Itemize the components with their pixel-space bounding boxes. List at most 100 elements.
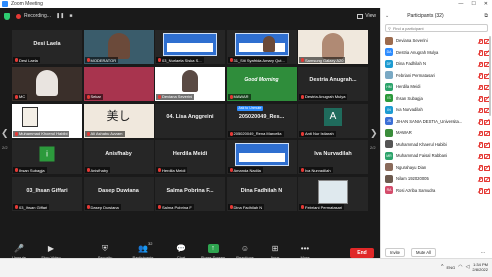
next-page-arrow-icon[interactable]: ❯ [370, 128, 378, 139]
shared-slide-video [163, 33, 217, 56]
microphone-off-icon[interactable] [477, 165, 483, 171]
previous-page-arrow-icon[interactable]: ❮ [1, 128, 9, 139]
video-tile[interactable]: Iva Nurvadilah Iva Nurvadilah [298, 140, 368, 175]
microphone-off-icon[interactable] [477, 61, 483, 68]
stop-recording-icon[interactable]: ■ [69, 13, 72, 19]
video-tile[interactable]: Herdila Meidi Herdila Meidi [155, 140, 225, 175]
participant-status-icons [477, 153, 490, 160]
participant-row[interactable]: DF Dina Fadhilah N [381, 58, 492, 70]
microphone-off-icon[interactable] [477, 153, 483, 160]
participant-row[interactable]: MAWAR [381, 127, 492, 139]
participant-row[interactable]: DA Destria Anugrah Mulya [381, 47, 492, 59]
minimize-button[interactable]: — [458, 1, 463, 7]
video-tile[interactable]: 美し Ali Ashabu Azzam [83, 103, 154, 138]
tile-name-label: 03_Ihsan Giffari [13, 204, 50, 211]
video-tile[interactable]: Desi Laela Desi Laela [12, 30, 82, 64]
video-tile[interactable]: Good Morning MAWAR [226, 66, 297, 101]
chevron-up-icon[interactable]: ^ [441, 264, 443, 270]
grid-view-icon [357, 13, 364, 19]
tile-name-label: 31_Siti Syafrida Amary Qut... [227, 57, 287, 63]
ask-to-unmute-button[interactable]: Ask to Unmute [236, 105, 264, 111]
microphone-off-icon[interactable] [477, 84, 483, 91]
participant-row[interactable]: JS JIHAN SANIA DESTIA_Universita... [381, 116, 492, 128]
wifi-icon[interactable]: ◠ [458, 264, 462, 270]
panel-popout-icon[interactable]: ⧉ [484, 13, 488, 19]
muted-microphone-icon [158, 94, 161, 99]
video-tile[interactable]: MODERATOR [83, 30, 154, 64]
participant-search-input[interactable] [392, 25, 483, 31]
participant-row[interactable]: RA Rosi Azriba Samudra [381, 185, 492, 197]
video-tile[interactable]: Salma Pobrina F... Salma Pobrina F [155, 177, 225, 212]
participants-scrollbar[interactable] [489, 36, 491, 116]
shared-slide-video [234, 33, 289, 56]
mute-all-button[interactable]: Mute All [411, 247, 436, 257]
video-tile[interactable]: 04. Lisa Anggreini [155, 103, 225, 138]
tile-display-name: Desi Laela [33, 40, 61, 47]
participant-row[interactable]: Febriani Permatasari [381, 70, 492, 82]
participant-search[interactable]: ⚲ [385, 24, 488, 32]
video-tile[interactable]: MC [12, 66, 82, 101]
taskbar-clock[interactable]: 1:34 PM 2/8/2022 [472, 262, 488, 272]
video-tile[interactable]: Samsung Galaxy A20 [298, 30, 368, 64]
video-tile[interactable]: i Ihsan Subagja [12, 140, 82, 175]
muted-microphone-icon [301, 168, 304, 173]
video-tile[interactable]: 31_Siti Syafrida Amary Qut... [226, 30, 297, 64]
tile-label-text: Iva Nurvadilah [305, 167, 331, 173]
microphone-off-icon[interactable] [477, 176, 483, 183]
video-tile[interactable]: Destria Anugrah... Destria Anugrah Mulya [298, 66, 368, 101]
video-tile[interactable]: 03_Nurlaela Siska S... [155, 30, 225, 64]
participant-status-icons [477, 38, 490, 45]
tile-label-text: Ihsan Subagja [19, 167, 45, 173]
panel-more-button[interactable]: ... [476, 248, 489, 256]
muted-microphone-icon [158, 205, 161, 210]
participant-row[interactable]: HM Herdila Meidi [381, 81, 492, 93]
profile-picture [318, 180, 348, 205]
shared-slide-video [234, 143, 289, 167]
maximize-button[interactable]: ☐ [471, 1, 475, 7]
close-window-button[interactable]: ✕ [484, 1, 488, 7]
tile-label-text: Destria Anugrah Mulya [305, 94, 346, 100]
participant-row[interactable]: MR Muhammad Faisal Rabbani [381, 150, 492, 162]
pause-recording-icon[interactable]: ❚❚ [56, 13, 64, 19]
participant-name: JIHAN SANIA DESTIA_Universita... [396, 118, 463, 124]
video-tile[interactable]: Deviana Severini [155, 66, 225, 101]
participant-name: Dina Fadhilah N [396, 61, 427, 67]
video-tile[interactable]: Dina Fadhilah N Dina Fadhilah N [226, 177, 297, 212]
participant-status-icons [477, 188, 490, 194]
end-meeting-button[interactable]: End [350, 248, 374, 258]
microphone-off-icon[interactable] [477, 130, 483, 137]
microphone-off-icon[interactable] [477, 73, 483, 79]
microphone-off-icon[interactable] [477, 50, 483, 56]
microphone-off-icon[interactable] [477, 96, 483, 102]
invite-button[interactable]: Invite [385, 247, 406, 257]
video-tile[interactable]: Febriani Permatasari [298, 177, 368, 212]
microphone-off-icon[interactable] [477, 107, 483, 114]
chevron-down-icon[interactable]: ⌄ [385, 13, 389, 19]
encryption-shield-icon[interactable] [4, 12, 10, 20]
participant-row[interactable]: Nilam 192020005 [381, 173, 492, 185]
microphone-off-icon[interactable] [477, 142, 483, 148]
view-button[interactable]: View [357, 13, 376, 19]
microphone-off-icon[interactable] [477, 188, 483, 194]
video-tile[interactable]: 03_Ihsan Giffari 03_Ihsan Giffari [12, 177, 82, 212]
participant-row[interactable]: IN Iva Nurvadilah [381, 104, 492, 116]
video-tile[interactable]: Amanda Nadila [226, 140, 297, 175]
video-tile[interactable]: Sekar [83, 66, 154, 101]
video-tile[interactable]: Muhammad Khoerul Habibi [12, 103, 82, 138]
microphone-off-icon[interactable] [477, 38, 483, 45]
video-tile[interactable]: Dasep Duwiana Dasep Duwiana [83, 177, 154, 212]
participant-row[interactable]: IS Ihsan Subagja [381, 93, 492, 105]
video-tile[interactable]: Anisfhaby Anisfhaby [83, 140, 154, 175]
microphone-off-icon[interactable] [477, 119, 483, 125]
share-screen-icon: ↑ [207, 244, 219, 253]
language-indicator[interactable]: ENG [447, 265, 456, 270]
muted-microphone-icon [86, 58, 90, 62]
participant-row[interactable]: Ngurahayu Dian [381, 162, 492, 174]
participant-row[interactable]: Deviana Severini [381, 35, 492, 47]
tile-name-label: Ihsan Subagja [13, 167, 47, 174]
video-tile[interactable]: A Anti Nur Istiarah [298, 103, 368, 138]
participant-row[interactable]: Muhammad Khaerul Habibi [381, 139, 492, 151]
video-tile[interactable]: 205020049_Res... Ask to Unmute 205020049_R… [226, 103, 297, 138]
speaker-icon[interactable]: ◁ [466, 264, 470, 270]
participant-status-icons [477, 176, 490, 183]
